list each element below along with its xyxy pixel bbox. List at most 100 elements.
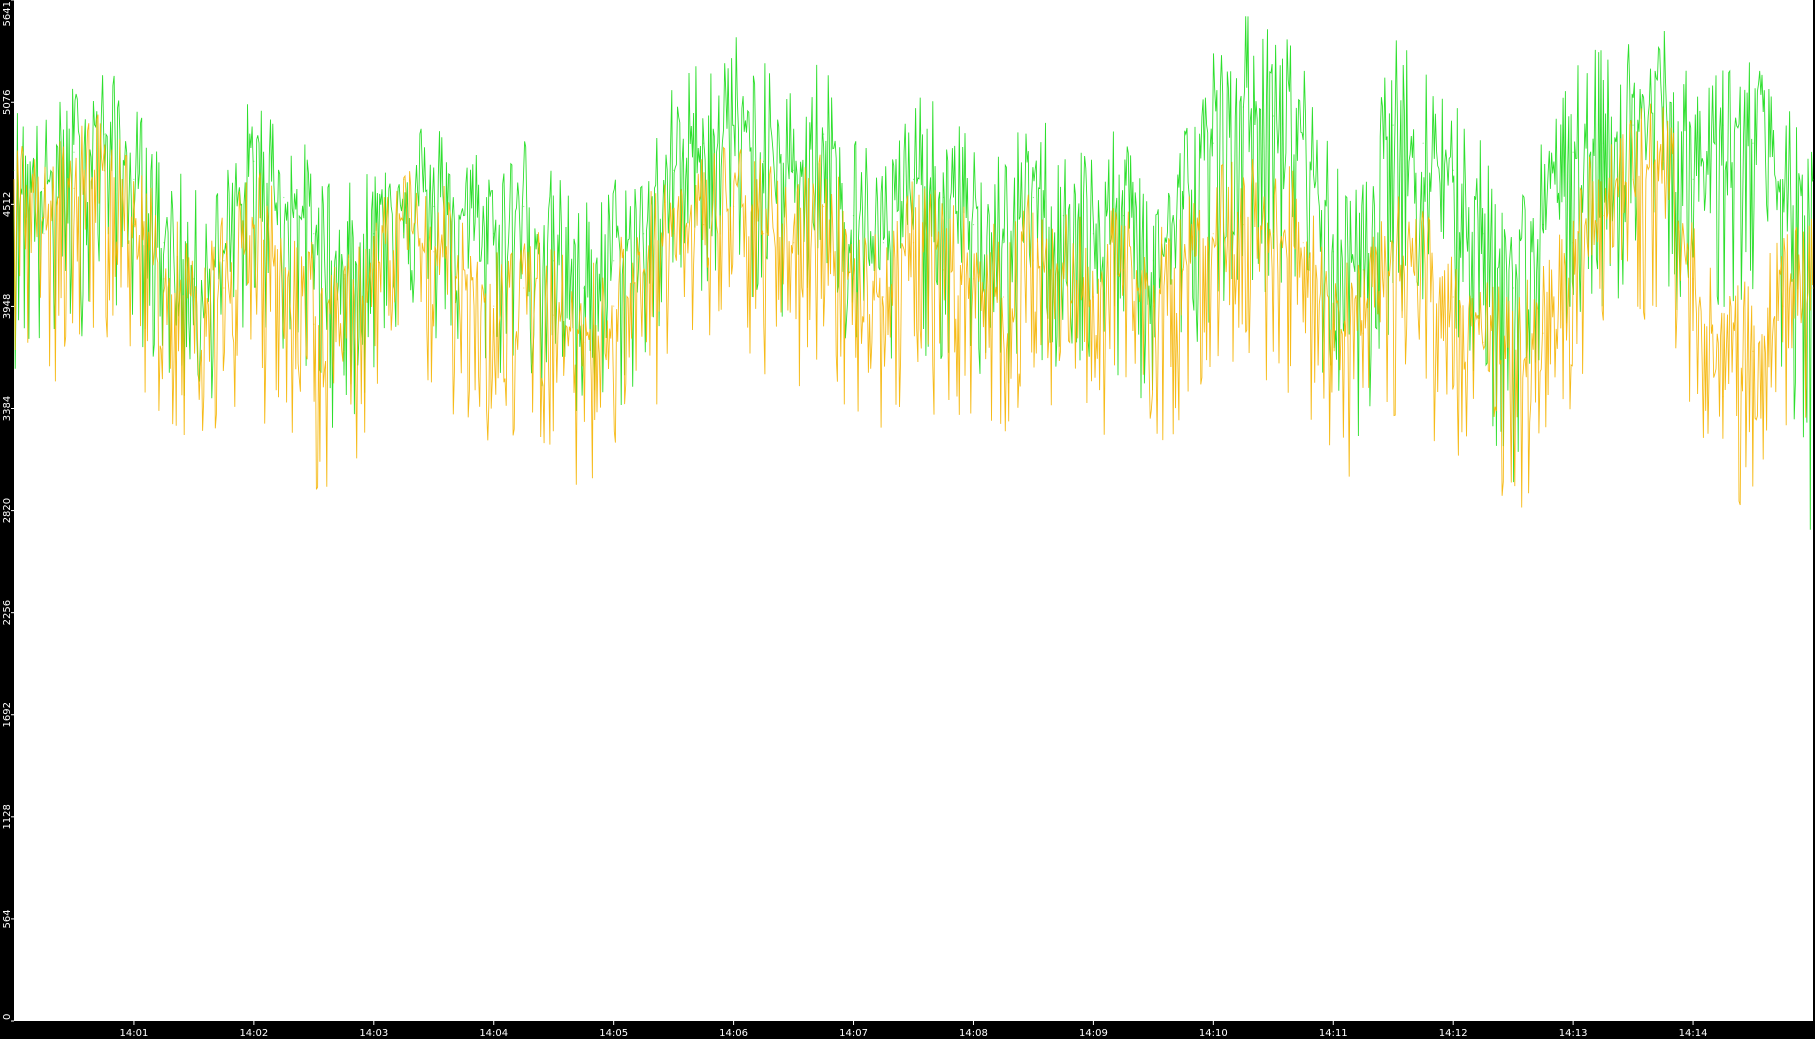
x-tick-label: 14:10	[1199, 1028, 1228, 1039]
series-1-point	[103, 133, 105, 135]
series-1-point	[253, 160, 255, 162]
x-tick-label: 14:14	[1679, 1028, 1708, 1039]
series-1-point	[1032, 196, 1034, 199]
series-1-point	[493, 233, 495, 235]
series-1-point	[1482, 233, 1484, 235]
series-1-point	[1512, 287, 1514, 289]
series-2-point	[1092, 296, 1094, 298]
series-2-point	[433, 251, 435, 253]
series-2-point	[1662, 160, 1664, 162]
series-2-point	[373, 269, 375, 271]
series-1-point	[1302, 133, 1304, 135]
series-2-point	[193, 305, 195, 307]
series-2-point	[73, 187, 75, 189]
series-1-point	[463, 215, 465, 217]
series-2-point	[13, 205, 15, 208]
series-1-point	[912, 178, 915, 180]
y-tick-label: 3384	[2, 396, 13, 421]
series-2-point	[343, 350, 345, 352]
series-2-point	[763, 233, 765, 235]
series-2-point	[43, 233, 45, 235]
series-1-point	[1452, 169, 1454, 171]
series-2-point	[1062, 278, 1064, 280]
y-tick-label: 4512	[2, 192, 13, 217]
series-2-point	[643, 269, 645, 271]
series-2-point	[1122, 269, 1124, 271]
x-axis: 14:01 14:02 14:03 14:04 14:05 14:06 14:07 14:08…	[120, 1021, 1708, 1039]
series-1-point	[972, 224, 975, 226]
series-2-point	[912, 242, 915, 244]
series-2-point	[1332, 323, 1334, 325]
series-2-point	[1722, 396, 1724, 398]
series-2-point	[703, 224, 705, 226]
x-tick-label: 14:08	[959, 1028, 988, 1039]
series-1-point	[882, 242, 885, 244]
series-1-point	[193, 278, 195, 280]
series-1-point	[1662, 106, 1664, 108]
series-1-point	[13, 169, 15, 171]
x-tick-label: 14:13	[1559, 1028, 1588, 1039]
series-2-point	[313, 323, 315, 325]
series-2-point	[1032, 260, 1034, 262]
series-2-point	[1272, 233, 1274, 235]
series-1-point	[763, 160, 765, 162]
series-2-point	[553, 314, 555, 316]
series-1-point	[1542, 224, 1544, 226]
series-2-point	[133, 224, 135, 226]
series-2-point	[1812, 287, 1814, 289]
series-1-point	[1272, 115, 1274, 117]
series-2-point	[1422, 278, 1424, 280]
series-2-point	[733, 205, 735, 208]
y-tick-label: 3948	[2, 294, 13, 319]
series-1-point	[1692, 178, 1694, 180]
y-tick-label: 2256	[2, 600, 13, 625]
series-2-point	[1242, 224, 1244, 226]
x-tick-label: 14:02	[239, 1028, 268, 1039]
series-2-point	[1152, 305, 1154, 307]
series-2-point	[1692, 278, 1694, 280]
series-2-point	[163, 278, 165, 280]
series-2-point	[1392, 260, 1394, 262]
series-1-point	[1422, 142, 1424, 144]
series-1-point	[133, 178, 135, 180]
series-2-point	[1182, 269, 1184, 271]
series-1-point	[1152, 260, 1154, 262]
y-tick-label: 564	[2, 909, 13, 928]
series-2-point	[823, 205, 825, 208]
series-2-point	[1362, 332, 1364, 334]
chart-stage: 14:01 14:02 14:03 14:04 14:05 14:06 14:07 14:08…	[0, 0, 1815, 1039]
y-axis: 0 564 1128 1692 2256 2820 3384 3948 4512 5076 5641	[2, 0, 14, 1022]
line-chart: 14:01 14:02 14:03 14:04 14:05 14:06 14:07 14:08…	[2, 0, 1814, 1039]
series-2-point	[1752, 350, 1754, 352]
series-1-point	[583, 287, 585, 289]
x-tick-label: 14:12	[1439, 1028, 1468, 1039]
y-tick-label: 5641	[2, 1, 13, 26]
series-1-point	[1182, 205, 1184, 208]
series-2-point	[1632, 178, 1634, 180]
series-2-point	[1482, 341, 1484, 343]
series-2-point	[1542, 332, 1544, 334]
series-1-point	[433, 205, 435, 208]
series-2-point	[1782, 305, 1784, 307]
series-1-point	[1602, 142, 1604, 144]
series-2-point	[1302, 242, 1304, 244]
series-1-point	[1782, 187, 1784, 189]
series-2-point	[463, 269, 465, 271]
x-tick-label: 14:09	[1079, 1028, 1108, 1039]
series-2-point	[793, 242, 795, 244]
series-1-point	[793, 169, 795, 171]
x-tick-label: 14:03	[359, 1028, 388, 1039]
series-2-point	[103, 169, 105, 171]
series-1-point	[1242, 106, 1244, 108]
series-1-point	[613, 260, 615, 262]
series-2-point	[523, 287, 525, 289]
series-1-point	[1212, 142, 1214, 144]
x-tick-label: 14:11	[1319, 1028, 1348, 1039]
series-1-point	[823, 133, 825, 135]
series-1-point	[523, 205, 525, 208]
series-1-point	[1092, 233, 1094, 235]
x-tick-label: 14:04	[479, 1028, 508, 1039]
series-1-point	[1392, 124, 1394, 126]
series-1-point	[1572, 151, 1574, 153]
series-1-point	[1752, 142, 1754, 144]
